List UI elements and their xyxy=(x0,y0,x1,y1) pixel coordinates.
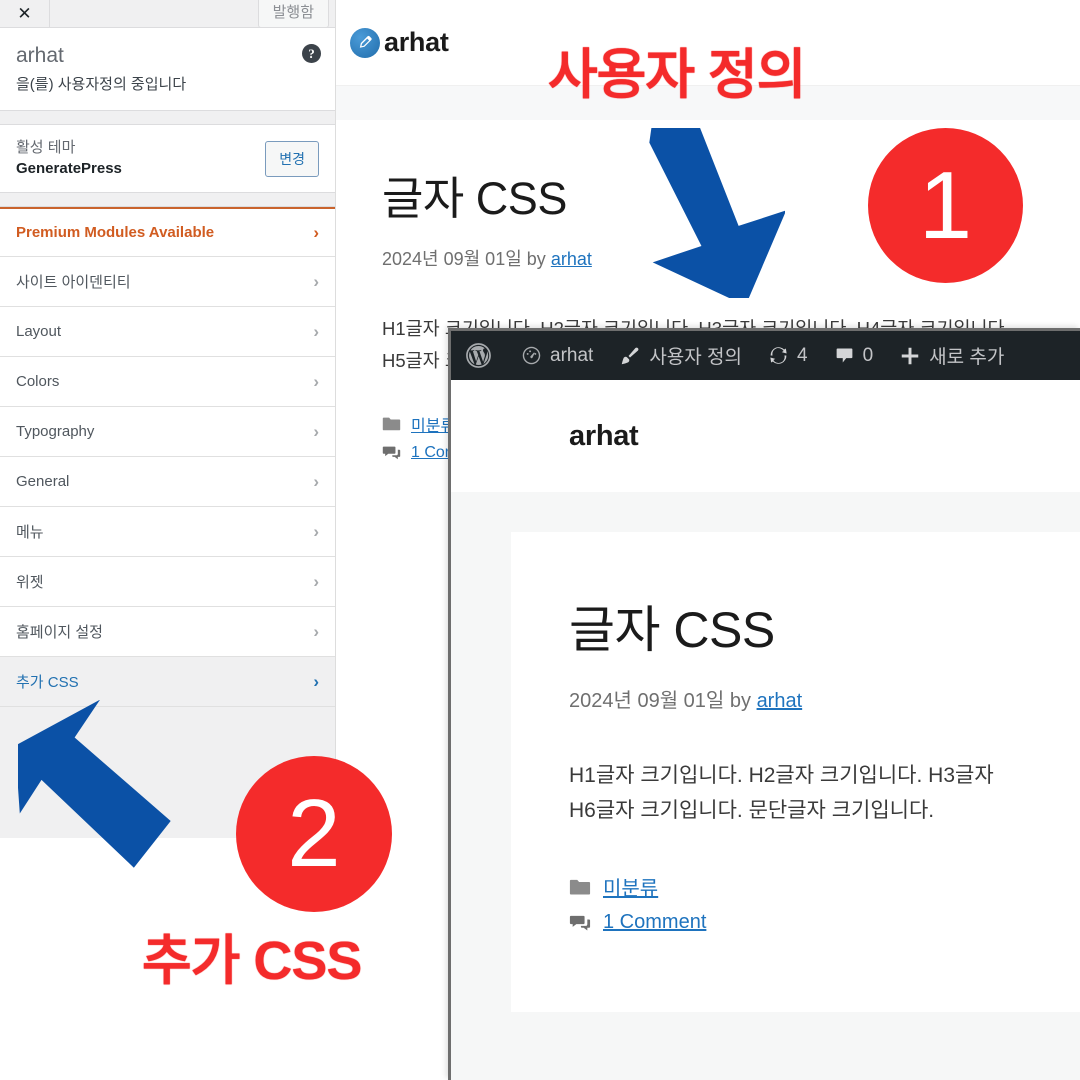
section-gap-2 xyxy=(0,192,335,207)
inset-post-card: 글자 CSS 2024년 09월 01일 by arhat H1글자 크기입니다… xyxy=(511,532,1080,1012)
inset-body-line-2: H6글자 크기입니다. 문단글자 크기입니다. xyxy=(569,798,935,822)
customizer-header-bar: ✕ 발행함 xyxy=(0,0,335,28)
inset-comment-link[interactable]: 1 Comment xyxy=(603,911,706,934)
chevron-right-icon: › xyxy=(313,521,319,541)
change-theme-button[interactable]: 변경 xyxy=(265,140,319,177)
inset-divider-strip xyxy=(451,492,1080,532)
folder-icon xyxy=(569,878,591,896)
active-theme-row: 활성 테마 GeneratePress 변경 xyxy=(0,125,335,193)
comments-icon xyxy=(569,914,591,932)
sidebar-item-label: 메뉴 xyxy=(16,523,44,541)
site-info-block: arhat 을(를) 사용자정의 중입니다 ? xyxy=(0,28,335,112)
customizer-sidebar: ✕ 발행함 arhat 을(를) 사용자정의 중입니다 ? 활성 테마 Gene… xyxy=(0,0,336,866)
active-theme-name: GeneratePress xyxy=(16,159,122,177)
updates-icon xyxy=(768,345,789,366)
inset-site-title: arhat xyxy=(569,419,639,452)
inset-post-meta: 2024년 09월 01일 by arhat xyxy=(569,684,1080,713)
preview-post-date: 2024년 09월 01일 xyxy=(382,249,522,269)
adminbar-updates-count: 4 xyxy=(797,344,808,366)
sidebar-item-label: 추가 CSS xyxy=(16,673,79,691)
paintbrush-icon xyxy=(619,345,641,367)
adminbar-site-name-label: arhat xyxy=(550,344,594,366)
preview-post-title: 글자 CSS xyxy=(382,173,567,224)
chevron-right-icon: › xyxy=(313,271,319,291)
inset-site-header: arhat xyxy=(451,380,1080,492)
site-subtitle-label: 을(를) 사용자정의 중입니다 xyxy=(16,76,187,94)
chevron-right-icon: › xyxy=(313,421,319,441)
inset-taxonomy-block: 미분류 1 Comment xyxy=(569,872,1080,934)
inset-comment-row: 1 Comment xyxy=(569,911,1080,934)
chevron-right-icon: › xyxy=(313,571,319,591)
preview-header: arhat xyxy=(336,0,1080,86)
chevron-right-icon: › xyxy=(313,621,319,641)
adminbar-site-name[interactable]: arhat xyxy=(508,331,606,380)
inset-body-line-1: H1글자 크기입니다. H2글자 크기입니다. H3글자 xyxy=(569,764,994,787)
inset-post-author-link[interactable]: arhat xyxy=(757,690,803,712)
comment-bubble-icon xyxy=(834,345,855,366)
chevron-right-icon: › xyxy=(313,371,319,391)
customizer-menu-list: Premium Modules Available › 사이트 아이덴티티 › … xyxy=(0,206,335,707)
preview-divider-strip xyxy=(336,86,1080,120)
inset-browser-window: arhat 사용자 정의 4 0 새로 추가 arhat 글자 CSS 2024… xyxy=(448,328,1080,1080)
preview-post-author-link[interactable]: arhat xyxy=(551,249,592,269)
publish-button[interactable]: 발행함 xyxy=(257,0,329,28)
sidebar-item-widgets[interactable]: 위젯 › xyxy=(0,556,335,607)
sidebar-item-label: Premium Modules Available xyxy=(16,223,215,241)
inset-post-date: 2024년 09월 01일 xyxy=(569,690,725,712)
sidebar-item-label: Typography xyxy=(16,422,95,440)
help-icon[interactable]: ? xyxy=(302,44,321,63)
adminbar-customize-label: 사용자 정의 xyxy=(649,347,742,368)
inset-category-link[interactable]: 미분류 xyxy=(603,872,658,901)
screenshot-root: ✕ 발행함 arhat 을(를) 사용자정의 중입니다 ? 활성 테마 Gene… xyxy=(0,0,1080,1080)
dashboard-icon xyxy=(521,345,542,366)
inset-post-title: 글자 CSS xyxy=(569,602,775,658)
chevron-right-icon: › xyxy=(313,321,319,341)
sidebar-item-label: Colors xyxy=(16,372,60,390)
chevron-right-icon: › xyxy=(313,671,319,691)
sidebar-item-menus[interactable]: 메뉴 › xyxy=(0,506,335,557)
sidebar-item-typography[interactable]: Typography › xyxy=(0,406,335,457)
sidebar-item-layout[interactable]: Layout › xyxy=(0,306,335,357)
inset-by-label: by xyxy=(729,690,751,712)
sidebar-item-label: General xyxy=(16,472,70,490)
active-theme-label: 활성 테마 xyxy=(16,139,76,157)
wordpress-logo-icon xyxy=(465,342,492,369)
site-name-label: arhat xyxy=(16,44,64,67)
folder-icon xyxy=(382,416,401,431)
sidebar-item-label: Layout xyxy=(16,322,62,340)
pencil-avatar-icon xyxy=(350,27,380,58)
preview-post-meta: 2024년 09월 01일 by arhat xyxy=(382,245,1080,271)
wordpress-admin-bar: arhat 사용자 정의 4 0 새로 추가 xyxy=(451,331,1080,380)
sidebar-item-premium-modules[interactable]: Premium Modules Available › xyxy=(0,206,335,257)
sidebar-item-colors[interactable]: Colors › xyxy=(0,356,335,407)
adminbar-wp-logo[interactable] xyxy=(465,331,508,380)
close-icon[interactable]: ✕ xyxy=(0,0,50,27)
sidebar-bottom-fill xyxy=(0,706,335,838)
sidebar-item-site-identity[interactable]: 사이트 아이덴티티 › xyxy=(0,256,335,307)
chevron-right-icon: › xyxy=(313,222,319,242)
adminbar-comments[interactable]: 0 xyxy=(821,331,887,380)
sidebar-item-additional-css[interactable]: 추가 CSS › xyxy=(0,656,335,707)
preview-site-title: arhat xyxy=(384,27,449,57)
adminbar-comments-count: 0 xyxy=(862,344,874,366)
comments-icon xyxy=(382,445,401,460)
header-spacer xyxy=(50,0,258,27)
sidebar-item-homepage-settings[interactable]: 홈페이지 설정 › xyxy=(0,606,335,657)
sidebar-item-label: 홈페이지 설정 xyxy=(16,623,103,641)
adminbar-customize[interactable]: 사용자 정의 xyxy=(606,331,755,380)
inset-post-body: H1글자 크기입니다. H2글자 크기입니다. H3글자 H6글자 크기입니다.… xyxy=(569,759,1080,828)
sidebar-item-label: 위젯 xyxy=(16,573,44,591)
annotation-text-additional-css: 추가 CSS xyxy=(142,931,362,991)
active-theme-text: 활성 테마 GeneratePress xyxy=(16,138,122,179)
sidebar-item-label: 사이트 아이덴티티 xyxy=(16,273,131,291)
chevron-right-icon: › xyxy=(313,471,319,491)
section-gap xyxy=(0,111,335,126)
plus-icon xyxy=(899,345,921,367)
adminbar-new-label: 새로 추가 xyxy=(929,347,1005,368)
preview-by-label: by xyxy=(526,249,546,269)
adminbar-updates[interactable]: 4 xyxy=(755,331,821,380)
inset-category-row: 미분류 xyxy=(569,872,1080,901)
sidebar-item-general[interactable]: General › xyxy=(0,456,335,507)
adminbar-new-content[interactable]: 새로 추가 xyxy=(886,331,1017,380)
